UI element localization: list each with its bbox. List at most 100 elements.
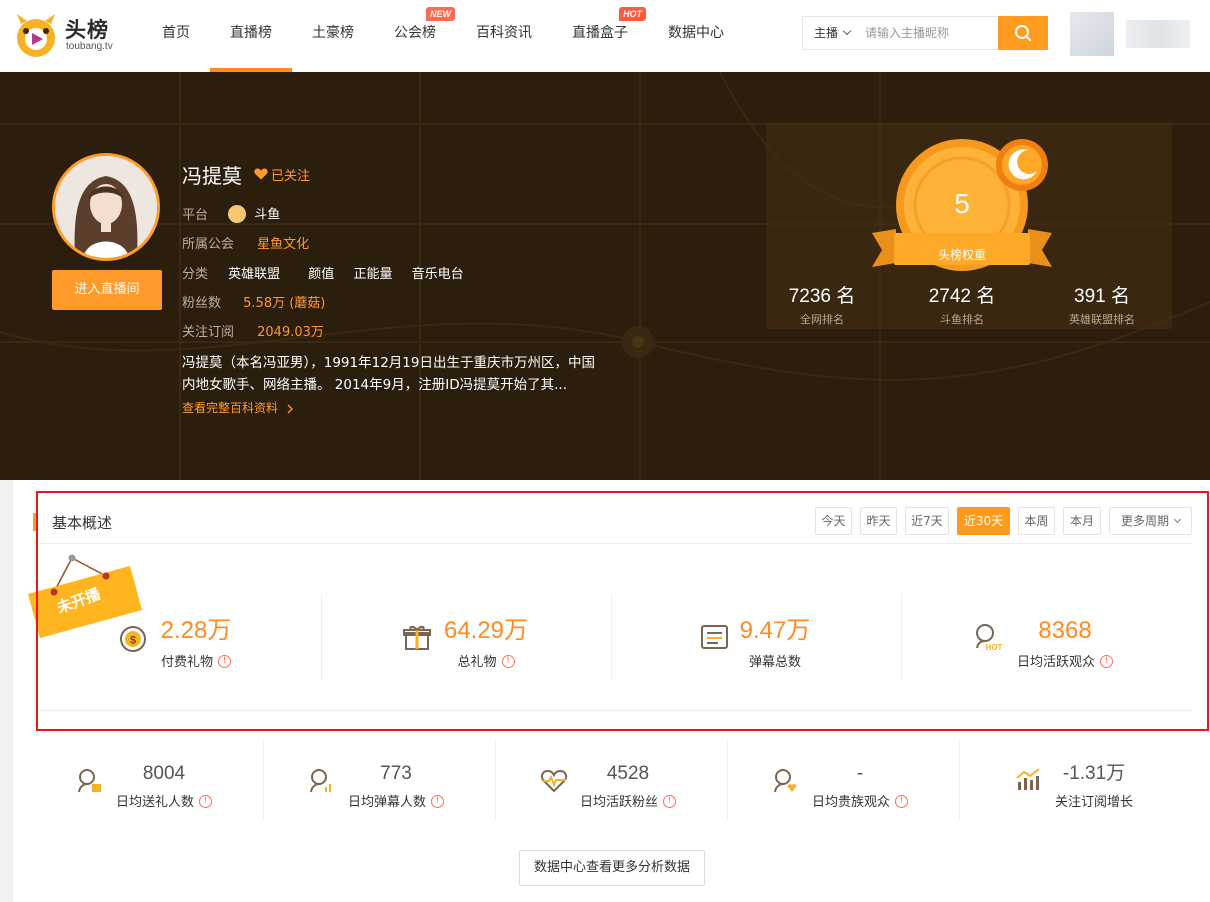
nav-data-center[interactable]: 数据中心 — [668, 0, 724, 72]
stat-label: 日均送礼人数! — [110, 791, 218, 810]
info-icon[interactable]: ! — [218, 655, 231, 668]
streamer-avatar — [52, 153, 160, 261]
period-30days[interactable]: 近30天 — [957, 507, 1010, 535]
rank-value: 391 名 — [1074, 286, 1130, 307]
info-icon[interactable]: ! — [1100, 655, 1113, 668]
divider — [321, 594, 322, 680]
stat-value: 8004 — [142, 763, 186, 784]
full-wiki-link-label: 查看完整百科资料 — [182, 401, 279, 415]
stat-value: - — [856, 763, 864, 784]
guild-label: 所属公会 — [182, 237, 235, 252]
follow-label: 已关注 — [271, 169, 311, 184]
stat-label: 日均活跃观众! — [1010, 651, 1120, 670]
nav-home[interactable]: 首页 — [162, 0, 190, 72]
platform-row: 平台 斗鱼 — [182, 205, 281, 224]
divider — [727, 742, 728, 820]
divider — [495, 742, 496, 820]
stat-daily-gift-users: 8004 日均送礼人数! — [110, 762, 218, 810]
growth-chart-icon — [1016, 768, 1040, 790]
info-icon[interactable]: ! — [431, 795, 444, 808]
divider — [40, 543, 1192, 544]
stat-total-gifts: 64.29万 总礼物! — [436, 616, 536, 670]
stat-value: 64.29万 — [443, 617, 529, 644]
stat-label: 日均活跃粉丝! — [574, 791, 682, 810]
follow-button[interactable]: 已关注 — [254, 165, 310, 184]
category-row: 分类 英雄联盟 颜值 正能量 音乐电台 — [182, 266, 484, 284]
rank-label: 全网排名 — [800, 313, 844, 326]
info-icon[interactable]: ! — [663, 795, 676, 808]
stat-daily-active-fans: 4528 日均活跃粉丝! — [574, 762, 682, 810]
stat-value: 8368 — [1038, 617, 1092, 644]
gift-user-icon — [78, 769, 101, 793]
info-icon[interactable]: ! — [895, 795, 908, 808]
barrage-user-icon — [310, 769, 331, 793]
category-tag[interactable]: 音乐电台 — [412, 266, 464, 284]
fans-value: 5.58万 (蘑菇) — [243, 296, 326, 311]
subscriptions-label: 关注订阅 — [182, 325, 235, 340]
chevron-right-icon — [287, 404, 293, 413]
period-7days[interactable]: 近7天 — [905, 507, 949, 535]
rank-douyu: 2742 名 斗鱼排名 — [897, 284, 1027, 327]
period-today[interactable]: 今天 — [815, 507, 852, 535]
period-more-label: 更多周期 — [1120, 514, 1169, 528]
category-tag[interactable]: 英雄联盟 — [228, 266, 280, 284]
category-tag[interactable]: 正能量 — [353, 266, 392, 284]
divider — [611, 594, 612, 680]
nav-live-ranking[interactable]: 直播榜 — [210, 0, 292, 72]
info-icon[interactable]: ! — [501, 655, 515, 668]
avatar-portrait — [55, 156, 157, 258]
full-wiki-link[interactable]: 查看完整百科资料 — [182, 399, 295, 416]
rank-label: 斗鱼排名 — [940, 313, 984, 326]
stat-label: 弹幕总数 — [748, 655, 801, 670]
search-bar: 主播 — [802, 16, 1048, 50]
section-accent-bar — [33, 513, 37, 531]
weight-value: 5 — [954, 188, 970, 219]
streamer-name: 冯提莫 — [182, 164, 242, 188]
streamer-profile-hero: 进入直播间 冯提莫 已关注 平台 斗鱼 所属公会 星鱼文化 分类 英雄联盟 颜值… — [0, 72, 1210, 480]
info-icon[interactable]: ! — [199, 795, 212, 808]
period-yesterday[interactable]: 昨天 — [860, 507, 897, 535]
barrage-icon — [701, 625, 728, 649]
stat-value: 9.47万 — [739, 617, 811, 644]
stat-daily-noble-viewers: - 日均贵族观众! — [806, 762, 914, 810]
logo-icon — [17, 14, 55, 57]
more-analysis-button[interactable]: 数据中心查看更多分析数据 — [519, 850, 705, 886]
guild-link[interactable]: 星鱼文化 — [257, 237, 309, 252]
category-tag[interactable]: 颜值 — [308, 266, 334, 284]
weight-label: 头榜权重 — [937, 248, 986, 262]
stat-label: 付费礼物! — [150, 651, 242, 670]
top-navigation-bar: 头榜 toubang.tv 首页 直播榜 土豪榜 公会榜 NEW 百科资讯 直播… — [0, 0, 1210, 72]
stat-daily-barrage-users: 773 日均弹幕人数! — [342, 762, 450, 810]
nav-rich-ranking[interactable]: 土豪榜 — [312, 0, 354, 72]
search-input[interactable] — [859, 17, 999, 49]
douyu-icon — [228, 205, 247, 223]
brand-name: 头榜 — [65, 18, 109, 42]
svg-text:HOT: HOT — [986, 643, 1003, 652]
brand-domain: toubang.tv — [66, 41, 113, 52]
divider — [263, 742, 264, 820]
enter-live-room-button[interactable]: 进入直播间 — [52, 270, 162, 310]
category-label: 分类 — [182, 267, 209, 282]
search-icon — [1015, 25, 1031, 41]
subscriptions-value: 2049.03万 — [257, 325, 324, 340]
rank-all-network: 7236 名 全网排名 — [757, 284, 887, 327]
period-this-week[interactable]: 本周 — [1018, 507, 1055, 535]
hot-viewer-icon: HOT — [976, 624, 1003, 652]
fans-label: 粉丝数 — [182, 296, 222, 311]
search-button[interactable] — [998, 16, 1048, 50]
user-account-area[interactable] — [1070, 12, 1192, 56]
brand-logo[interactable]: 头榜 toubang.tv — [12, 12, 122, 60]
divider — [959, 742, 960, 820]
platform-label: 平台 — [182, 207, 209, 223]
nav-wiki-news[interactable]: 百科资讯 — [476, 0, 532, 72]
period-this-month[interactable]: 本月 — [1063, 507, 1101, 535]
rank-value: 7236 名 — [788, 286, 856, 307]
stat-value: -1.31万 — [1062, 763, 1126, 784]
user-avatar — [1070, 12, 1114, 56]
platform-value: 斗鱼 — [254, 207, 281, 223]
search-type-select[interactable]: 主播 — [803, 17, 859, 49]
period-more-dropdown[interactable]: 更多周期 — [1109, 507, 1192, 535]
hot-badge: HOT — [619, 7, 646, 21]
stat-daily-active-viewers: 8368 日均活跃观众! — [1010, 616, 1120, 670]
stat-label: 总礼物! — [436, 651, 536, 670]
